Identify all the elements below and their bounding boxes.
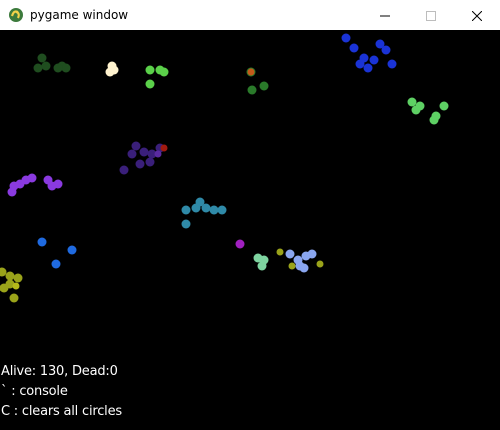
circle [411, 105, 421, 115]
circle [47, 181, 57, 191]
circle [0, 267, 7, 277]
maximize-icon [426, 6, 436, 25]
circle [145, 65, 155, 75]
circle [276, 248, 284, 256]
circle [145, 157, 155, 167]
circle [369, 55, 379, 65]
circle [363, 63, 373, 73]
circle [61, 63, 71, 73]
alive-dead-counter: Alive: 130, Dead:0 [1, 364, 118, 379]
clear-hint: C : clears all circles [1, 404, 122, 419]
console-hint: ` : console [1, 384, 68, 399]
pygame-snake-icon [8, 7, 24, 23]
circle [285, 249, 295, 259]
circle [127, 149, 137, 159]
minimize-button[interactable] [362, 0, 408, 30]
light-green-cluster [407, 97, 449, 125]
circle [37, 237, 47, 247]
circle [307, 249, 317, 259]
circle [33, 63, 43, 73]
circle [37, 53, 47, 63]
circle [53, 63, 63, 73]
circle [209, 205, 219, 215]
azure-cluster [37, 237, 77, 269]
circle [259, 81, 269, 91]
circle [381, 45, 391, 55]
maximize-button[interactable] [408, 0, 454, 30]
circle [341, 33, 351, 43]
circle [13, 273, 23, 283]
circle [217, 205, 227, 215]
circle [191, 203, 201, 213]
orange-green-cluster [246, 67, 269, 95]
purple-cluster [7, 173, 63, 197]
circle [154, 150, 162, 158]
lime-cluster [145, 65, 169, 89]
hud: Alive: 130, Dead:0 ` : console C : clear… [1, 362, 122, 422]
circle [160, 144, 168, 152]
circle [119, 165, 129, 175]
circle [355, 59, 365, 69]
circle [27, 173, 37, 183]
circle [407, 97, 417, 107]
game-canvas[interactable]: Alive: 130, Dead:0 ` : console C : clear… [0, 30, 500, 430]
circle [235, 239, 245, 249]
circle [135, 159, 145, 169]
circle [159, 67, 169, 77]
indigo-cluster [119, 141, 168, 175]
title-bar[interactable]: pygame window [0, 0, 500, 30]
blue-cluster [341, 33, 397, 73]
mint-cluster [253, 253, 269, 271]
pygame-window: pygame window Alive: 130, Dead:0 ` : con… [0, 0, 500, 430]
circle [9, 293, 19, 303]
circle [247, 68, 255, 76]
circle [67, 245, 77, 255]
minimize-icon [380, 6, 390, 25]
circle [429, 115, 439, 125]
dark-green-cluster [33, 53, 71, 73]
circle [131, 141, 141, 151]
circle [288, 262, 296, 270]
circle [181, 219, 191, 229]
circle [201, 203, 211, 213]
teal-cluster [181, 197, 227, 229]
magenta-dot [235, 239, 245, 249]
circle [51, 259, 61, 269]
olive-cluster [0, 267, 23, 303]
close-icon [471, 6, 483, 25]
circle [139, 147, 149, 157]
circle [439, 101, 449, 111]
circle [5, 271, 15, 281]
circle [259, 255, 269, 265]
circle [41, 61, 51, 71]
periwinkle-cluster [276, 248, 324, 273]
window-title: pygame window [30, 8, 129, 22]
cream-cluster [105, 61, 119, 77]
circle [7, 187, 17, 197]
circle [181, 205, 191, 215]
circle [105, 67, 115, 77]
circle [387, 59, 397, 69]
circle [12, 282, 20, 290]
close-button[interactable] [454, 0, 500, 30]
circle [295, 261, 305, 271]
circle [145, 79, 155, 89]
circle [316, 260, 324, 268]
circle [247, 85, 257, 95]
circle [349, 43, 359, 53]
